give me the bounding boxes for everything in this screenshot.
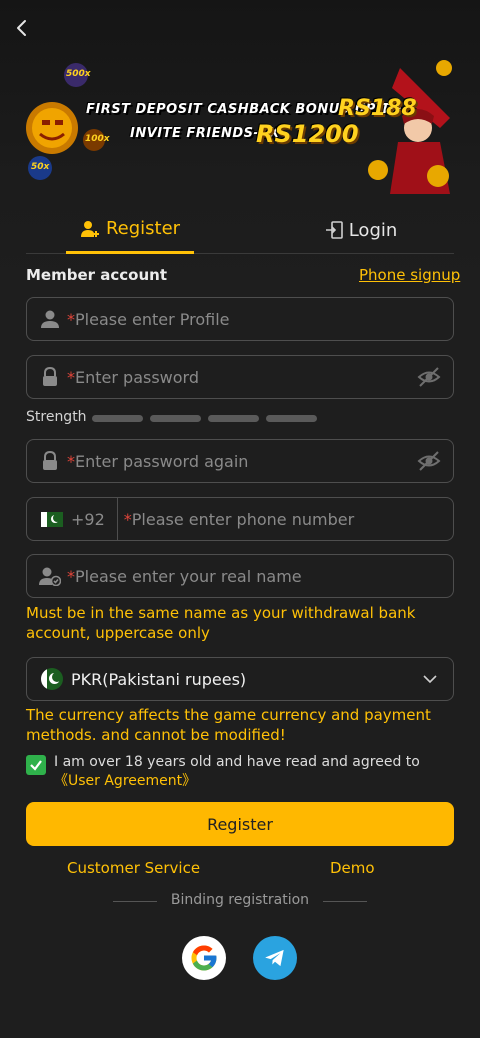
lock-icon (39, 450, 61, 472)
pakistan-flag-icon (41, 668, 63, 690)
auth-tabs: Register Login (26, 206, 454, 254)
chevron-down-icon (421, 670, 439, 692)
multiplier-chip-50: 50x (31, 162, 50, 172)
eye-off-icon[interactable] (417, 450, 441, 476)
demo-link[interactable]: Demo (330, 859, 375, 877)
eye-off-icon[interactable] (417, 366, 441, 392)
realname-input[interactable]: *Please enter your real name (26, 554, 454, 598)
currency-value: PKR(Pakistani rupees) (71, 669, 247, 689)
banner-amount-invite: RS1200 (256, 120, 359, 148)
divider-right (323, 901, 367, 902)
realname-warning: Must be in the same name as your withdra… (26, 604, 416, 642)
currency-select[interactable]: PKR(Pakistani rupees) (26, 657, 454, 701)
user-check-icon (39, 565, 61, 587)
agree-text: I am over 18 years old and have read and… (54, 753, 454, 791)
tab-register[interactable]: Register (66, 206, 194, 254)
member-account-label: Member account (26, 266, 167, 284)
strength-bar-1 (92, 415, 143, 422)
customer-service-link[interactable]: Customer Service (67, 859, 200, 877)
google-signin-button[interactable] (182, 936, 226, 980)
tab-register-label: Register (105, 218, 181, 239)
agree-statement: I am over 18 years old and have read and… (54, 754, 420, 770)
tab-login-label: Login (348, 219, 398, 241)
banner-amount-cashback: RS188 (338, 96, 417, 121)
back-button[interactable] (8, 14, 36, 42)
strength-bar-4 (266, 415, 317, 422)
register-button[interactable]: Register (26, 802, 454, 846)
telegram-icon (265, 949, 284, 967)
multiplier-chip-500: 500x (66, 69, 91, 79)
add-user-icon (80, 220, 99, 237)
password-input[interactable]: *Enter password (26, 355, 454, 399)
phone-placeholder: *Please enter phone number (123, 509, 355, 529)
multiplier-chip-100: 100x (85, 134, 110, 144)
profile-placeholder: *Please enter Profile (67, 309, 230, 329)
strength-bar-3 (208, 415, 259, 422)
telegram-signin-button[interactable] (253, 936, 297, 980)
phone-signup-link[interactable]: Phone signup (359, 266, 460, 284)
country-code-selector[interactable]: +92 (27, 498, 118, 540)
chevron-left-icon (17, 20, 26, 36)
checkmark-icon (30, 760, 42, 771)
pakistan-flag-icon (41, 511, 63, 527)
realname-placeholder: *Please enter your real name (67, 566, 302, 586)
confirm-password-placeholder: *Enter password again (67, 451, 249, 471)
phone-input[interactable]: +92 *Please enter phone number (26, 497, 454, 541)
profile-input[interactable]: *Please enter Profile (26, 297, 454, 341)
password-placeholder: *Enter password (67, 367, 199, 387)
binding-registration-label: Binding registration (170, 892, 310, 908)
promo-banner[interactable]: 500x 100x 50x FIRST DEPOSIT CASHBACK BON… (20, 58, 460, 194)
login-door-icon (325, 221, 343, 239)
strength-bar-2 (150, 415, 201, 422)
currency-warning: The currency affects the game currency a… (26, 706, 431, 744)
user-icon (39, 308, 61, 330)
google-icon (191, 945, 217, 971)
strength-label: Strength (26, 409, 87, 425)
lock-icon (39, 366, 61, 388)
agree-checkbox[interactable] (26, 755, 46, 775)
tab-login[interactable]: Login (296, 206, 426, 254)
confirm-password-input[interactable]: *Enter password again (26, 439, 454, 483)
user-agreement-link[interactable]: 《User Agreement》 (54, 773, 196, 789)
country-code: +92 (71, 509, 105, 529)
